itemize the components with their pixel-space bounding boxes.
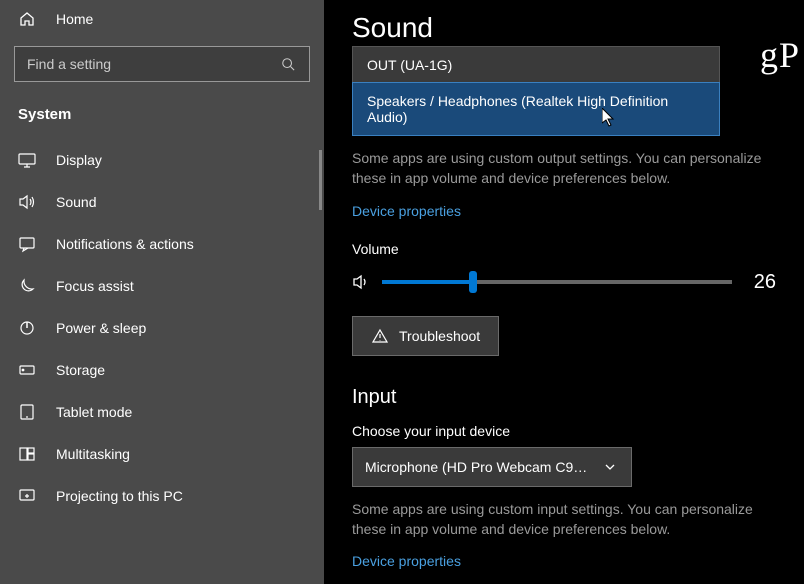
sidebar-item-sound[interactable]: Sound	[0, 181, 324, 223]
sidebar-item-storage[interactable]: Storage	[0, 349, 324, 391]
warning-icon	[371, 327, 389, 345]
slider-thumb[interactable]	[469, 271, 477, 293]
sidebar-section-title: System	[0, 98, 324, 139]
input-heading: Input	[352, 386, 776, 409]
page-title: Sound	[352, 12, 776, 44]
sidebar-item-label: Display	[56, 152, 102, 168]
sidebar-item-label: Notifications & actions	[56, 236, 194, 252]
troubleshoot-button[interactable]: Troubleshoot	[352, 316, 499, 356]
main-content: Sound OUT (UA-1G) Speakers / Headphones …	[324, 0, 804, 584]
tablet-icon	[18, 403, 36, 421]
slider-fill	[382, 280, 473, 284]
device-properties-link[interactable]: Device properties	[352, 203, 461, 219]
input-helper-text: Some apps are using custom input setting…	[352, 499, 772, 540]
sidebar-item-projecting[interactable]: Projecting to this PC	[0, 475, 324, 517]
sidebar-item-label: Focus assist	[56, 278, 134, 294]
volume-control: 26	[352, 271, 776, 294]
sidebar-scrollbar[interactable]	[319, 150, 322, 210]
chevron-down-icon	[601, 458, 619, 476]
sidebar-item-tablet-mode[interactable]: Tablet mode	[0, 391, 324, 433]
notifications-icon	[18, 235, 36, 253]
search-input-container[interactable]	[14, 46, 310, 82]
projecting-icon	[18, 487, 36, 505]
home-label: Home	[56, 11, 93, 27]
volume-value: 26	[744, 271, 776, 294]
sidebar-item-focus-assist[interactable]: Focus assist	[0, 265, 324, 307]
sidebar-item-display[interactable]: Display	[0, 139, 324, 181]
sidebar-item-label: Power & sleep	[56, 320, 146, 336]
search-icon	[279, 55, 297, 73]
search-input[interactable]	[27, 56, 279, 72]
input-device-select[interactable]: Microphone (HD Pro Webcam C9…	[352, 447, 632, 487]
sidebar-item-label: Multitasking	[56, 446, 130, 462]
input-selected-value: Microphone (HD Pro Webcam C9…	[365, 459, 587, 475]
sidebar-item-notifications[interactable]: Notifications & actions	[0, 223, 324, 265]
home-icon	[18, 10, 36, 28]
sidebar-item-label: Sound	[56, 194, 96, 210]
focus-icon	[18, 277, 36, 295]
volume-slider[interactable]	[382, 280, 732, 284]
sidebar-item-power-sleep[interactable]: Power & sleep	[0, 307, 324, 349]
sidebar-item-label: Projecting to this PC	[56, 488, 183, 504]
sidebar-item-label: Storage	[56, 362, 105, 378]
sound-icon	[18, 193, 36, 211]
dropdown-option[interactable]: OUT (UA-1G)	[353, 47, 719, 83]
troubleshoot-label: Troubleshoot	[399, 328, 480, 344]
device-properties-link-input[interactable]: Device properties	[352, 553, 461, 569]
dropdown-option-highlighted[interactable]: Speakers / Headphones (Realtek High Defi…	[352, 82, 720, 136]
sidebar: Home System Display Sound Notifica	[0, 0, 324, 584]
volume-label: Volume	[352, 241, 776, 257]
display-icon	[18, 151, 36, 169]
multitasking-icon	[18, 445, 36, 463]
speaker-icon[interactable]	[352, 273, 370, 291]
output-device-dropdown[interactable]: OUT (UA-1G) Speakers / Headphones (Realt…	[352, 46, 720, 136]
storage-icon	[18, 361, 36, 379]
home-link[interactable]: Home	[0, 0, 324, 38]
settings-window: Home System Display Sound Notifica	[0, 0, 804, 584]
sidebar-item-multitasking[interactable]: Multitasking	[0, 433, 324, 475]
power-icon	[18, 319, 36, 337]
input-device-label: Choose your input device	[352, 423, 776, 439]
output-helper-text: Some apps are using custom output settin…	[352, 148, 772, 189]
sidebar-item-label: Tablet mode	[56, 404, 132, 420]
